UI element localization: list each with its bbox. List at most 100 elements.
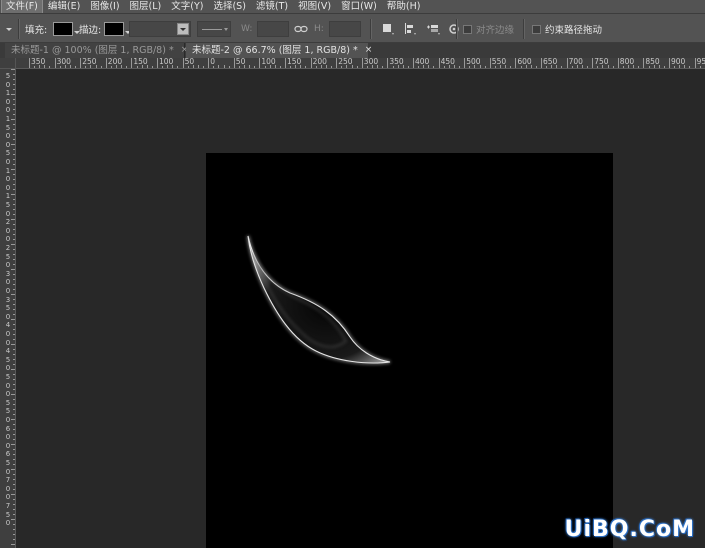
ruler-minor-tick [11,494,15,495]
ruler-minor-tick [520,66,522,68]
menu-item-0[interactable]: 文件(F) [1,0,43,14]
stroke-swatch[interactable] [104,22,131,36]
ruler-origin[interactable] [0,58,16,69]
ruler-minor-tick [13,224,15,225]
ruler-label: 4 [5,321,11,330]
ruler-minor-tick [11,369,15,370]
menu-item-4[interactable]: 文字(Y) [167,0,207,13]
ruler-minor-tick [11,344,15,345]
ruler-minor-tick [13,299,15,300]
ruler-tick [669,58,670,68]
tab-document-2[interactable]: 未标题-2 @ 66.7% (图层 1, RGB/8) * × [186,43,372,58]
ruler-minor-tick [13,179,15,180]
ruler-minor-tick [11,419,15,420]
stroke-type-dropdown[interactable] [197,21,231,37]
constrain-path-checkbox[interactable]: 约束路径拖动 [532,14,602,44]
ruler-minor-tick [459,66,461,68]
document-canvas[interactable] [206,153,613,548]
path-alignment-icon[interactable] [403,22,417,36]
close-icon[interactable]: × [365,43,373,58]
ruler-tick [361,58,363,68]
ruler-tick [643,58,645,68]
ruler-tick [489,58,491,68]
divider [456,19,457,39]
ruler-minor-tick [13,79,15,80]
menu-item-5[interactable]: 选择(S) [209,0,249,13]
vertical-ruler[interactable]: 5010015005010015020025030035040045050055… [0,69,16,548]
ruler-tick [336,58,338,68]
path-operations-icon[interactable] [381,22,395,36]
ruler-minor-tick [13,339,15,340]
ruler-tick [29,58,30,68]
ruler-label: 5 [5,373,11,381]
ruler-minor-tick [443,66,445,68]
path-arrangement-icon[interactable] [425,22,441,36]
ruler-label: 5 [5,510,11,519]
ruler-minor-tick [13,204,15,205]
ruler-label: 0 [5,158,11,166]
ruler-minor-tick [11,294,15,295]
menu-item-1[interactable]: 编辑(E) [44,0,84,13]
ruler-minor-tick [13,229,15,230]
leaf-shape[interactable] [206,153,613,548]
ruler-minor-tick [162,66,164,68]
menu-item-8[interactable]: 窗口(W) [337,0,381,13]
width-field[interactable] [257,21,289,37]
ruler-label: 200 [107,58,123,66]
align-edges-checkbox[interactable]: 对齐边缘 [463,14,514,44]
ruler-minor-tick [34,66,36,68]
fill-swatch[interactable] [53,22,80,36]
ruler-minor-tick [13,254,15,255]
ruler-minor-tick [11,394,15,395]
checkbox[interactable] [463,24,472,34]
ruler-minor-tick [177,66,179,68]
ruler-minor-tick [13,129,15,130]
ruler-minor-tick [622,66,624,68]
ruler-minor-tick [597,66,599,68]
ruler-label: 800 [619,58,635,66]
ruler-minor-tick [11,444,15,445]
ruler-minor-tick [484,66,486,68]
menu-item-6[interactable]: 滤镜(T) [252,0,292,13]
ruler-minor-tick [13,334,15,335]
ruler-minor-tick [279,66,281,68]
menu-item-9[interactable]: 帮助(H) [383,0,425,13]
ruler-tick [157,58,158,68]
ruler-tick [182,58,184,68]
menu-item-7[interactable]: 视图(V) [294,0,335,13]
ruler-minor-tick [535,66,537,68]
tool-preset-dropdown[interactable] [2,14,16,44]
gear-icon[interactable] [447,22,461,36]
ruler-minor-tick [49,66,51,68]
ruler-label: 5 [5,123,11,132]
ruler-minor-tick [13,309,15,310]
horizontal-ruler[interactable]: 350 300 250 200 150 100 50 0 50 100 150 200 250 300 35… [16,58,705,69]
ruler-minor-tick [13,354,15,355]
ruler-minor-tick [13,154,15,155]
ruler-label: 0 [5,175,11,184]
checkbox[interactable] [532,24,541,34]
link-icon[interactable] [294,24,308,34]
stroke-width-field[interactable] [129,21,191,37]
ruler-label: 350 [31,58,46,66]
ruler-label: 900 [671,58,686,66]
ruler-label: 0 [5,441,11,450]
ruler-minor-tick [11,119,15,120]
ruler-minor-tick [587,66,589,68]
ruler-minor-tick [571,66,573,68]
ruler-minor-tick [254,66,256,68]
tab-document-1[interactable]: 未标题-1 @ 100% (图层 1, RGB/8) * × [5,43,188,58]
ruler-minor-tick [699,66,701,68]
ruler-label: 400 [415,58,430,66]
width-label: W: [241,24,253,34]
ruler-label: 850 [645,58,660,66]
stroke-label: 描边: [79,25,102,36]
options-bar: 填充: 描边: W: H: 对齐边缘 约束路径拖动 [0,13,705,43]
ruler-label: 0 [5,183,11,192]
menu-item-3[interactable]: 图层(L) [126,0,166,13]
ruler-tick [310,58,312,68]
ruler-minor-tick [13,174,15,175]
height-field[interactable] [329,21,361,37]
menu-item-2[interactable]: 图像(I) [86,0,123,13]
chevron-down-icon[interactable] [177,23,189,35]
